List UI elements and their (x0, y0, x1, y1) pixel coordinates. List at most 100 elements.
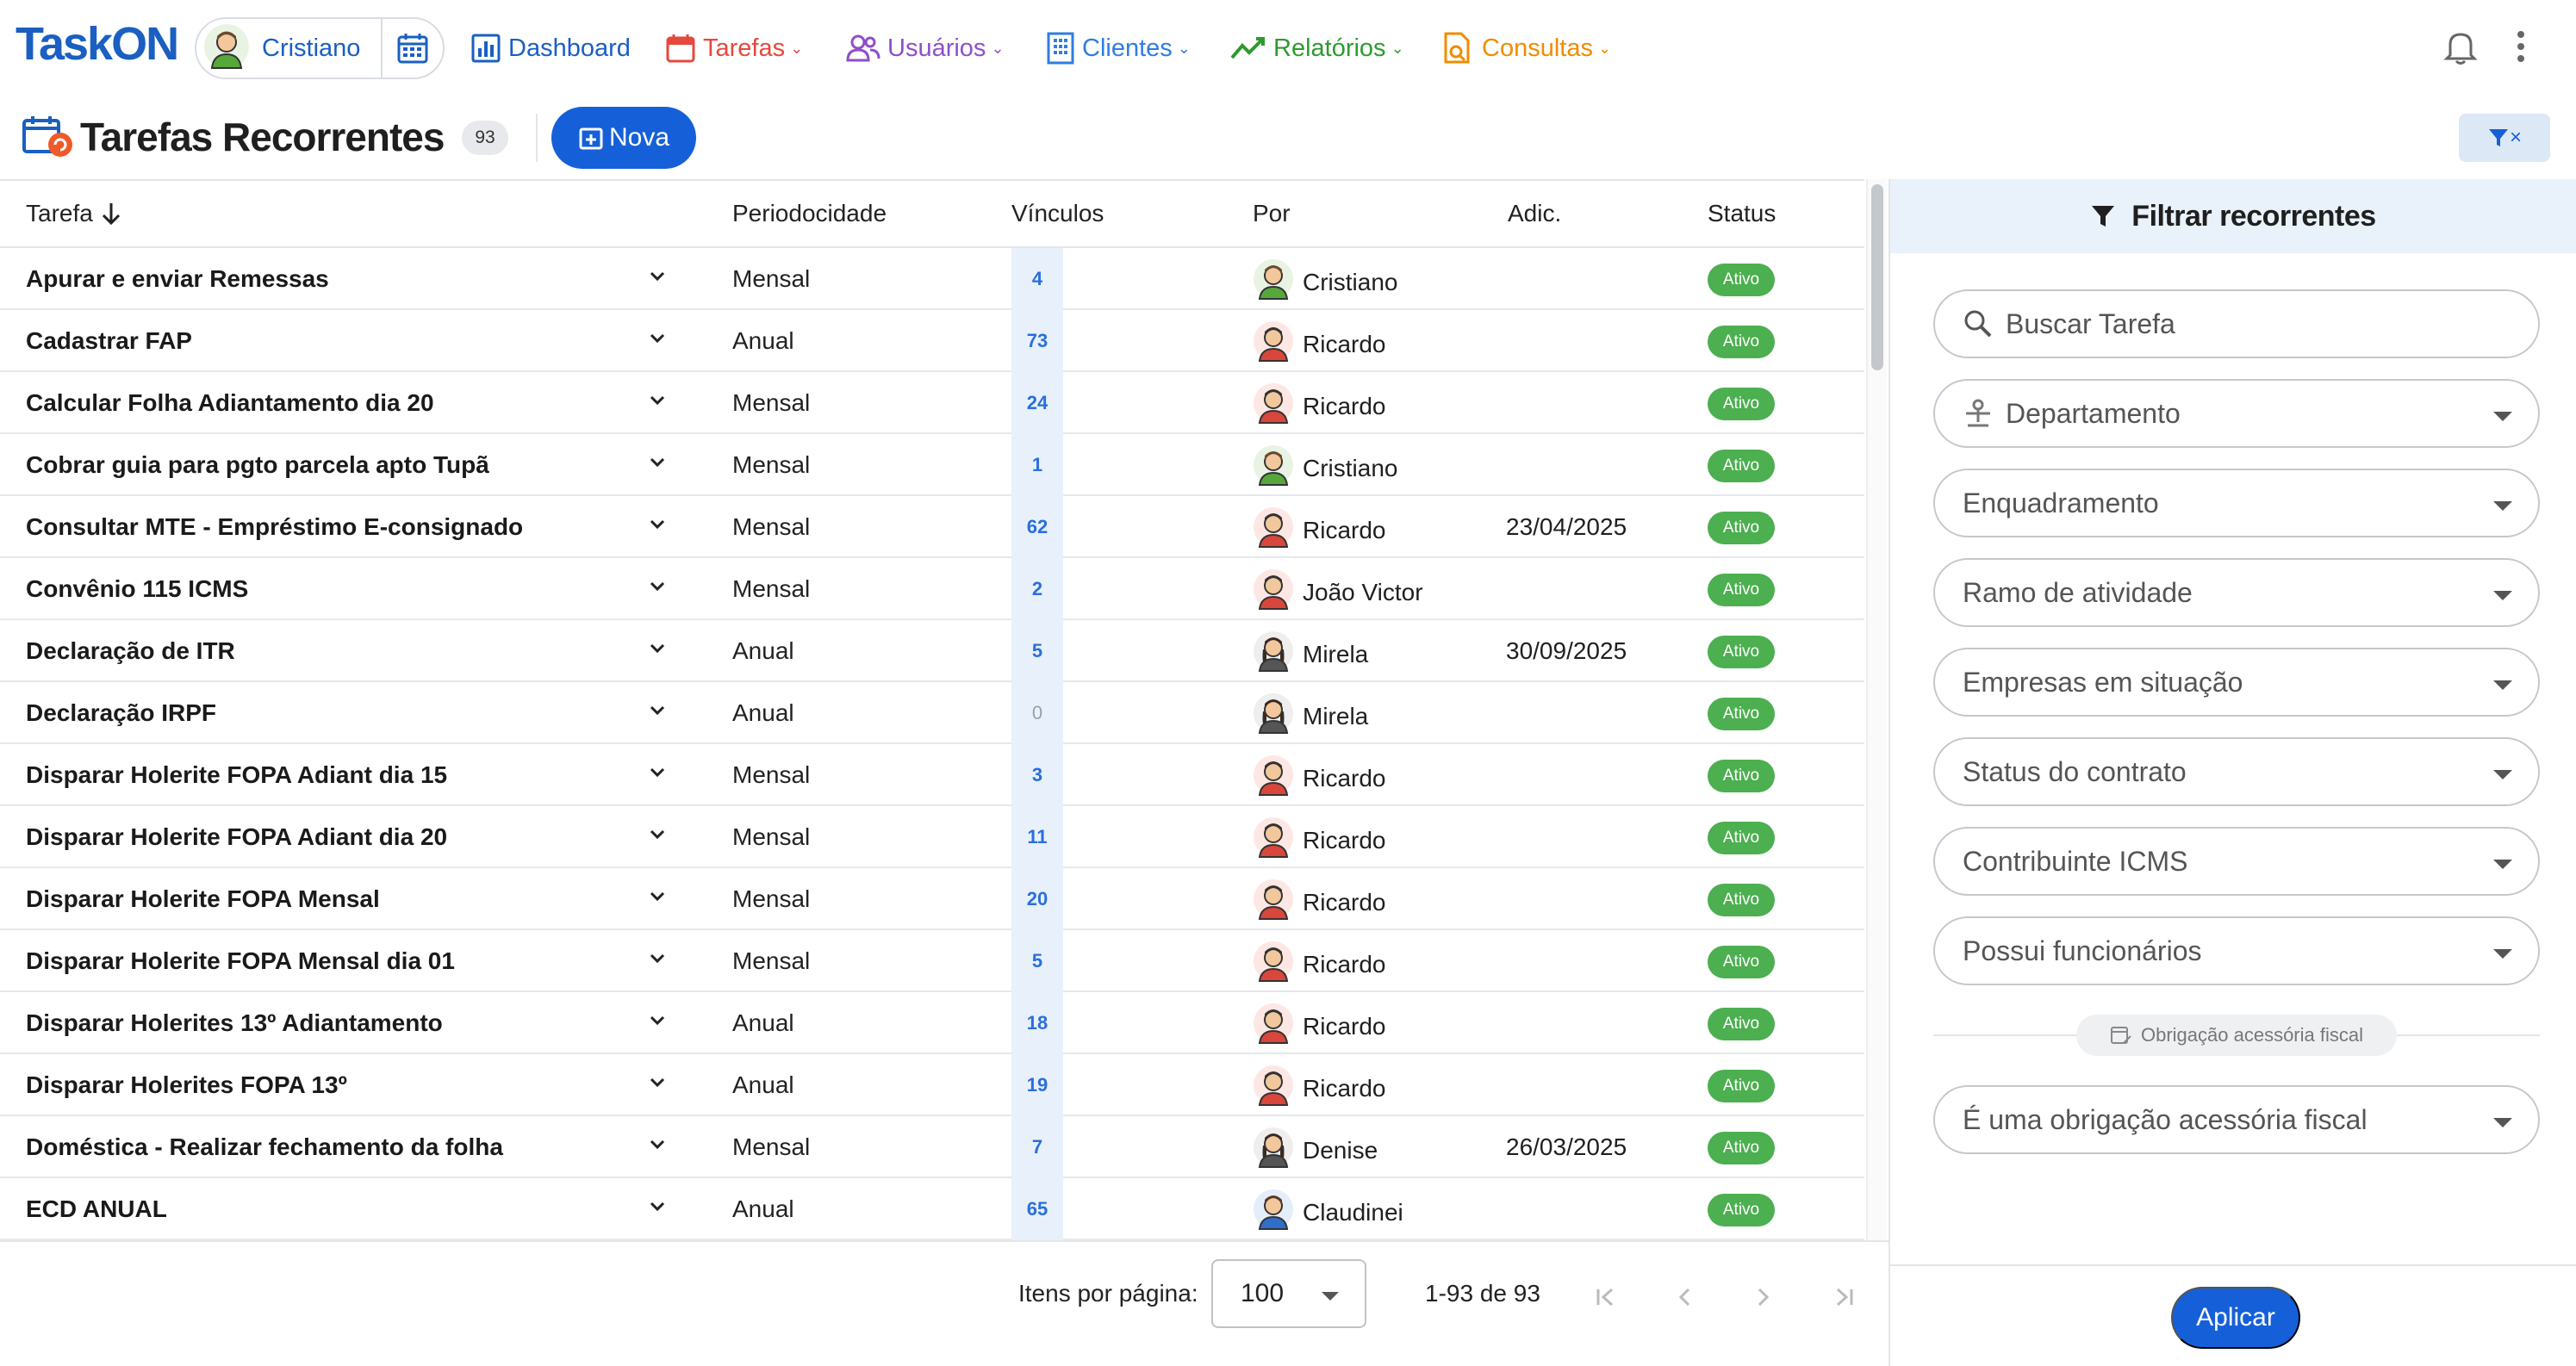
expand-row-button[interactable] (644, 822, 670, 854)
table-row[interactable]: Convênio 115 ICMS Mensal 2 João Victor Ativo (0, 558, 1864, 620)
table-row[interactable]: Calcular Folha Adiantamento dia 20 Mensal… (0, 372, 1864, 434)
nav-relatorios[interactable]: Relatórios ⌄ (1230, 28, 1404, 69)
table-row[interactable]: Consultar MTE - Empréstimo E-consignado M… (0, 496, 1864, 558)
expand-row-button[interactable] (644, 388, 670, 419)
task-name[interactable]: Disparar Holerite FOPA Mensal dia 01 (26, 947, 455, 975)
task-name[interactable]: Declaração IRPF (26, 699, 216, 727)
previous-page-button[interactable] (1664, 1276, 1706, 1318)
taskon-logo[interactable]: TaskON (16, 17, 179, 71)
task-name[interactable]: Declaração de ITR (26, 637, 235, 665)
links-count[interactable]: 1 (1011, 434, 1063, 496)
expand-row-button[interactable] (644, 1194, 670, 1226)
expand-row-button[interactable] (644, 946, 670, 978)
chevron-down-icon: ⌄ (1391, 39, 1404, 57)
search-task-input[interactable]: Buscar Tarefa (1933, 289, 2540, 358)
task-name[interactable]: ECD ANUAL (26, 1195, 167, 1223)
expand-row-button[interactable] (644, 1132, 670, 1164)
task-name[interactable]: Cadastrar FAP (26, 327, 192, 355)
table-row[interactable]: Disparar Holerite FOPA Adiant dia 20 Mens… (0, 806, 1864, 868)
task-name[interactable]: Apurar e enviar Remessas (26, 265, 329, 293)
links-count[interactable]: 7 (1011, 1116, 1063, 1178)
col-header-status[interactable]: Status (1708, 200, 1776, 227)
links-count[interactable]: 2 (1011, 558, 1063, 620)
table-row[interactable]: Disparar Holerite FOPA Adiant dia 15 Mens… (0, 744, 1864, 806)
scrollbar-thumb[interactable] (1871, 184, 1883, 370)
expand-row-button[interactable] (644, 698, 670, 730)
links-count[interactable]: 0 (1011, 682, 1063, 744)
nav-dashboard[interactable]: Dashboard (470, 28, 631, 69)
table-row[interactable]: ECD ANUAL Anual 65 Claudinei Ativo (0, 1178, 1864, 1240)
nav-consultas[interactable]: Consultas ⌄ (1440, 28, 1611, 69)
new-task-button[interactable]: Nova (551, 107, 696, 169)
department-select[interactable]: Departamento (1933, 379, 2540, 448)
table-row[interactable]: Declaração de ITR Anual 5 Mirela 30/09/2025 A… (0, 620, 1864, 682)
nav-usuarios[interactable]: Usuários ⌄ (846, 28, 1005, 69)
links-count[interactable]: 62 (1011, 496, 1063, 558)
table-row[interactable]: Doméstica - Realizar fechamento da folha… (0, 1116, 1864, 1178)
next-page-button[interactable] (1742, 1276, 1783, 1318)
last-page-button[interactable] (1823, 1276, 1864, 1318)
expand-row-button[interactable] (644, 326, 670, 357)
table-row[interactable]: Cadastrar FAP Anual 73 Ricardo Ativo (0, 310, 1864, 372)
col-header-links[interactable]: Vínculos (1011, 200, 1104, 227)
links-count[interactable]: 11 (1011, 806, 1063, 868)
table-row[interactable]: Disparar Holerite FOPA Mensal Mensal 20 Ric… (0, 868, 1864, 930)
task-name[interactable]: Disparar Holerites 13º Adiantamento (26, 1009, 443, 1037)
expand-row-button[interactable] (644, 884, 670, 916)
task-name[interactable]: Disparar Holerite FOPA Mensal (26, 885, 380, 913)
close-filter-button[interactable]: × (2459, 114, 2550, 162)
enquadramento-select[interactable]: Enquadramento (1933, 469, 2540, 537)
empresas-situacao-select[interactable]: Empresas em situação (1933, 648, 2540, 717)
expand-row-button[interactable] (644, 574, 670, 605)
more-options-button[interactable] (2516, 29, 2526, 68)
contribuinte-icms-select[interactable]: Contribuinte ICMS (1933, 827, 2540, 896)
table-row[interactable]: Apurar e enviar Remessas Mensal 4 Cristiano… (0, 248, 1864, 310)
table-row[interactable]: Disparar Holerites FOPA 13º Anual 19 Ricard… (0, 1054, 1864, 1116)
items-per-page-select[interactable]: 100 (1211, 1259, 1366, 1328)
expand-row-button[interactable] (644, 264, 670, 295)
links-count[interactable]: 24 (1011, 372, 1063, 434)
table-row[interactable]: Disparar Holerite FOPA Mensal dia 01 Mens… (0, 930, 1864, 992)
col-header-periodicity[interactable]: Periodocidade (732, 200, 887, 227)
links-count[interactable]: 20 (1011, 868, 1063, 930)
table-row[interactable]: Declaração IRPF Anual 0 Mirela Ativo (0, 682, 1864, 744)
links-count[interactable]: 4 (1011, 248, 1063, 310)
nav-clientes[interactable]: Clientes ⌄ (1046, 28, 1191, 69)
task-name[interactable]: Disparar Holerite FOPA Adiant dia 20 (26, 823, 447, 851)
links-count[interactable]: 5 (1011, 930, 1063, 992)
links-count[interactable]: 18 (1011, 992, 1063, 1054)
apply-filters-button[interactable]: Aplicar (2171, 1287, 2300, 1349)
task-name[interactable]: Disparar Holerites FOPA 13º (26, 1071, 347, 1099)
expand-row-button[interactable] (644, 450, 670, 481)
expand-row-button[interactable] (644, 636, 670, 667)
col-header-added[interactable]: Adic. (1508, 200, 1561, 227)
expand-row-button[interactable] (644, 760, 670, 792)
status-contrato-select[interactable]: Status do contrato (1933, 737, 2540, 806)
links-count[interactable]: 19 (1011, 1054, 1063, 1116)
expand-row-button[interactable] (644, 1008, 670, 1040)
task-name[interactable]: Cobrar guia para pgto parcela apto Tupã (26, 451, 489, 479)
table-row[interactable]: Disparar Holerites 13º Adiantamento Anual… (0, 992, 1864, 1054)
expand-row-button[interactable] (644, 512, 670, 543)
task-name[interactable]: Disparar Holerite FOPA Adiant dia 15 (26, 761, 447, 789)
links-count[interactable]: 3 (1011, 744, 1063, 806)
task-name[interactable]: Convênio 115 ICMS (26, 575, 248, 603)
ramo-atividade-select[interactable]: Ramo de atividade (1933, 558, 2540, 627)
links-count[interactable]: 73 (1011, 310, 1063, 372)
first-page-button[interactable] (1585, 1276, 1627, 1318)
obrigacao-acessoria-select[interactable]: É uma obrigação acessória fiscal (1933, 1085, 2540, 1154)
calendar-button[interactable] (381, 19, 443, 78)
nav-tarefas[interactable]: Tarefas ⌄ (665, 28, 803, 69)
task-name[interactable]: Doméstica - Realizar fechamento da folha (26, 1133, 503, 1161)
col-header-task[interactable]: Tarefa (26, 200, 124, 227)
task-name[interactable]: Consultar MTE - Empréstimo E-consignado (26, 513, 523, 541)
notifications-button[interactable] (2443, 28, 2478, 70)
possui-funcionarios-select[interactable]: Possui funcionários (1933, 916, 2540, 985)
user-chip[interactable]: Cristiano (195, 17, 445, 79)
links-count[interactable]: 65 (1011, 1178, 1063, 1240)
table-row[interactable]: Cobrar guia para pgto parcela apto Tupã M… (0, 434, 1864, 496)
expand-row-button[interactable] (644, 1070, 670, 1102)
col-header-by[interactable]: Por (1253, 200, 1291, 227)
task-name[interactable]: Calcular Folha Adiantamento dia 20 (26, 389, 434, 417)
links-count[interactable]: 5 (1011, 620, 1063, 682)
